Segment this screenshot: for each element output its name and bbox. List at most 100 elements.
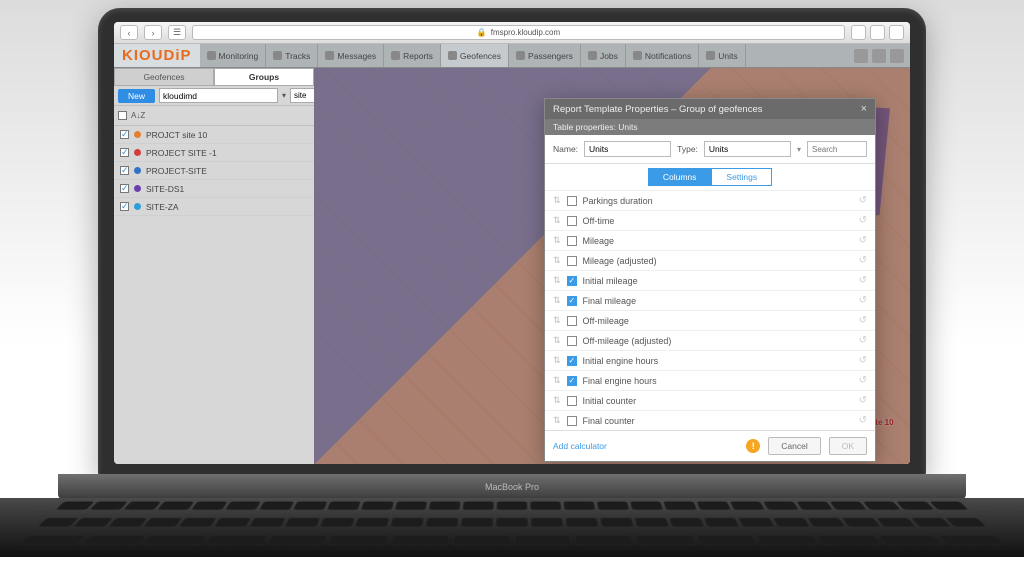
geofence-item[interactable]: SITE-DS1	[114, 180, 314, 198]
reset-icon[interactable]: ↺	[859, 215, 867, 226]
drag-handle-icon[interactable]: ⇅	[553, 415, 561, 426]
column-checkbox[interactable]	[567, 316, 577, 326]
reset-icon[interactable]: ↺	[859, 195, 867, 206]
drag-handle-icon[interactable]: ⇅	[553, 335, 561, 346]
dialog-titlebar[interactable]: Report Template Properties – Group of ge…	[545, 99, 875, 119]
select-all-checkbox[interactable]	[118, 111, 127, 120]
share-icon[interactable]	[851, 25, 866, 40]
column-checkbox[interactable]	[567, 216, 577, 226]
back-button[interactable]: ‹	[120, 25, 138, 40]
new-tab-icon[interactable]	[889, 25, 904, 40]
menu-notifications[interactable]: Notifications	[626, 44, 699, 67]
drag-handle-icon[interactable]: ⇅	[553, 355, 561, 366]
chevron-down-icon[interactable]: ▾	[282, 91, 286, 100]
menu-monitoring[interactable]: Monitoring	[200, 44, 267, 67]
map-panel[interactable]: SITE-DS1PROJCT site 10 Report Template P…	[314, 68, 910, 464]
column-row[interactable]: ⇅Parkings duration↺	[545, 191, 875, 211]
geofence-item[interactable]: PROJECT-SITE	[114, 162, 314, 180]
menu-geofences[interactable]: Geofences	[441, 44, 509, 67]
menu-passengers[interactable]: Passengers	[509, 44, 581, 67]
column-row[interactable]: ⇅Final counter↺	[545, 411, 875, 430]
name-input[interactable]	[584, 141, 671, 157]
address-bar[interactable]: 🔒 fmspro.kloudip.com	[192, 25, 845, 40]
drag-handle-icon[interactable]: ⇅	[553, 235, 561, 246]
column-row[interactable]: ⇅Initial counter↺	[545, 391, 875, 411]
menu-jobs[interactable]: Jobs	[581, 44, 626, 67]
forward-button[interactable]: ›	[144, 25, 162, 40]
type-select[interactable]	[704, 141, 791, 157]
settings-icon[interactable]	[872, 49, 886, 63]
column-checkbox[interactable]	[567, 356, 577, 366]
column-checkbox[interactable]	[567, 256, 577, 266]
chevron-down-icon[interactable]: ▾	[797, 145, 801, 154]
ok-button[interactable]: OK	[829, 437, 867, 455]
menu-icon	[633, 51, 642, 60]
geofence-item[interactable]: PROJCT site 10	[114, 126, 314, 144]
checkbox[interactable]	[120, 202, 129, 211]
menu-messages[interactable]: Messages	[318, 44, 384, 67]
column-row[interactable]: ⇅Off-mileage (adjusted)↺	[545, 331, 875, 351]
add-calculator-link[interactable]: Add calculator	[553, 441, 607, 451]
reset-icon[interactable]: ↺	[859, 235, 867, 246]
drag-handle-icon[interactable]: ⇅	[553, 295, 561, 306]
drag-handle-icon[interactable]: ⇅	[553, 215, 561, 226]
tabs-icon[interactable]	[870, 25, 885, 40]
cancel-button[interactable]: Cancel	[768, 437, 820, 455]
sort-label[interactable]: A↓Z	[131, 111, 145, 120]
column-checkbox[interactable]	[567, 416, 577, 426]
column-row[interactable]: ⇅Off-mileage↺	[545, 311, 875, 331]
reset-icon[interactable]: ↺	[859, 395, 867, 406]
column-checkbox[interactable]	[567, 276, 577, 286]
user-icon[interactable]	[890, 49, 904, 63]
column-row[interactable]: ⇅Final engine hours↺	[545, 371, 875, 391]
column-checkbox[interactable]	[567, 296, 577, 306]
menu-reports[interactable]: Reports	[384, 44, 441, 67]
drag-handle-icon[interactable]: ⇅	[553, 275, 561, 286]
column-checkbox[interactable]	[567, 196, 577, 206]
checkbox[interactable]	[120, 166, 129, 175]
geofence-item[interactable]: PROJECT SITE -1	[114, 144, 314, 162]
apps-icon[interactable]	[854, 49, 868, 63]
reset-icon[interactable]: ↺	[859, 295, 867, 306]
reset-icon[interactable]: ↺	[859, 255, 867, 266]
reset-icon[interactable]: ↺	[859, 315, 867, 326]
column-row[interactable]: ⇅Final mileage↺	[545, 291, 875, 311]
menu-icon	[706, 51, 715, 60]
warning-icon[interactable]: !	[746, 439, 760, 453]
drag-handle-icon[interactable]: ⇅	[553, 395, 561, 406]
checkbox[interactable]	[120, 130, 129, 139]
drag-handle-icon[interactable]: ⇅	[553, 195, 561, 206]
drag-handle-icon[interactable]: ⇅	[553, 375, 561, 386]
column-row[interactable]: ⇅Off-time↺	[545, 211, 875, 231]
column-row[interactable]: ⇅Mileage↺	[545, 231, 875, 251]
checkbox[interactable]	[120, 184, 129, 193]
dialog-tab-columns[interactable]: Columns	[648, 168, 712, 186]
subtab-geofences[interactable]: Geofences	[114, 68, 214, 86]
reset-icon[interactable]: ↺	[859, 335, 867, 346]
dialog-tab-settings[interactable]: Settings	[711, 168, 772, 186]
column-checkbox[interactable]	[567, 376, 577, 386]
column-row[interactable]: ⇅Initial mileage↺	[545, 271, 875, 291]
column-search[interactable]	[807, 141, 867, 157]
drag-handle-icon[interactable]: ⇅	[553, 315, 561, 326]
sidebar-toggle[interactable]: ☰	[168, 25, 186, 40]
reset-icon[interactable]: ↺	[859, 375, 867, 386]
reset-icon[interactable]: ↺	[859, 355, 867, 366]
column-checkbox[interactable]	[567, 396, 577, 406]
reset-icon[interactable]: ↺	[859, 275, 867, 286]
column-checkbox[interactable]	[567, 236, 577, 246]
geofence-item[interactable]: SITE-ZA	[114, 198, 314, 216]
checkbox[interactable]	[120, 148, 129, 157]
menu-tracks[interactable]: Tracks	[266, 44, 318, 67]
url-text: fmspro.kloudip.com	[491, 28, 560, 37]
column-row[interactable]: ⇅Mileage (adjusted)↺	[545, 251, 875, 271]
column-row[interactable]: ⇅Initial engine hours↺	[545, 351, 875, 371]
new-button[interactable]: New	[118, 89, 155, 103]
subtab-groups[interactable]: Groups	[214, 68, 314, 86]
menu-units[interactable]: Units	[699, 44, 745, 67]
column-checkbox[interactable]	[567, 336, 577, 346]
account-select[interactable]	[159, 88, 278, 103]
drag-handle-icon[interactable]: ⇅	[553, 255, 561, 266]
reset-icon[interactable]: ↺	[859, 415, 867, 426]
close-icon[interactable]: ×	[861, 103, 867, 115]
